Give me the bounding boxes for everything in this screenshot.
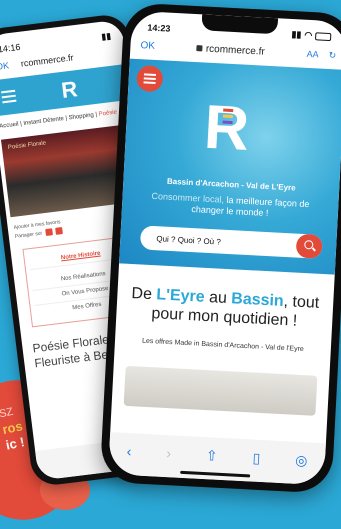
search-input[interactable]: Qui ? Quoi ? Où ?	[140, 233, 296, 250]
status-time: 14:23	[147, 21, 171, 34]
hero-banner: R Bassin d'Arcachon - Val de L'Eyre Cons…	[119, 58, 341, 275]
back-ok-button[interactable]: OK	[0, 60, 10, 72]
search-button[interactable]	[295, 233, 323, 259]
front-phone: 14:23 ▮▮ ◠ OK rcommerce.fr AA ↻ R Bassin…	[99, 2, 341, 494]
back-status-time: 14:16	[0, 41, 21, 55]
back-status-icons: ▮▮	[100, 30, 112, 42]
share-icon[interactable]: ⇧	[205, 447, 219, 465]
url-field[interactable]: rcommerce.fr	[196, 43, 265, 58]
front-phone-screen: 14:23 ▮▮ ◠ OK rcommerce.fr AA ↻ R Bassin…	[108, 10, 341, 486]
hamburger-menu-icon[interactable]	[136, 65, 164, 93]
forward-icon[interactable]: ›	[166, 445, 172, 461]
battery-icon	[315, 31, 332, 41]
wifi-icon: ◠	[304, 29, 313, 41]
lock-icon	[196, 45, 204, 52]
reload-icon[interactable]: ↻	[328, 50, 336, 61]
tagline: Consommer local, la meilleure façon de c…	[151, 190, 310, 219]
ok-button[interactable]: OK	[140, 40, 155, 52]
bookmarks-icon[interactable]: ▯	[252, 449, 261, 466]
offer-card[interactable]	[123, 365, 318, 416]
search-bar: Qui ? Quoi ? Où ?	[139, 225, 323, 259]
status-icons: ▮▮ ◠	[291, 29, 332, 42]
text-size-button[interactable]: AA	[306, 49, 319, 61]
facebook-icon[interactable]	[44, 228, 53, 237]
compass-icon[interactable]: ◎	[295, 451, 308, 469]
back-menu-icon[interactable]	[1, 89, 17, 107]
linkedin-icon[interactable]	[54, 227, 63, 235]
back-logo[interactable]: R	[60, 76, 79, 104]
back-icon[interactable]: ‹	[126, 443, 132, 459]
rcommerce-logo[interactable]: R	[202, 93, 250, 164]
shop-sign: Poésie Florale	[7, 140, 47, 151]
signal-icon: ▮▮	[291, 29, 302, 40]
back-url-text[interactable]: rcommerce.fr	[20, 52, 74, 68]
logo-bars-icon	[222, 108, 234, 127]
browser-toolbar: ‹ › ⇧ ▯ ◎	[108, 432, 326, 486]
